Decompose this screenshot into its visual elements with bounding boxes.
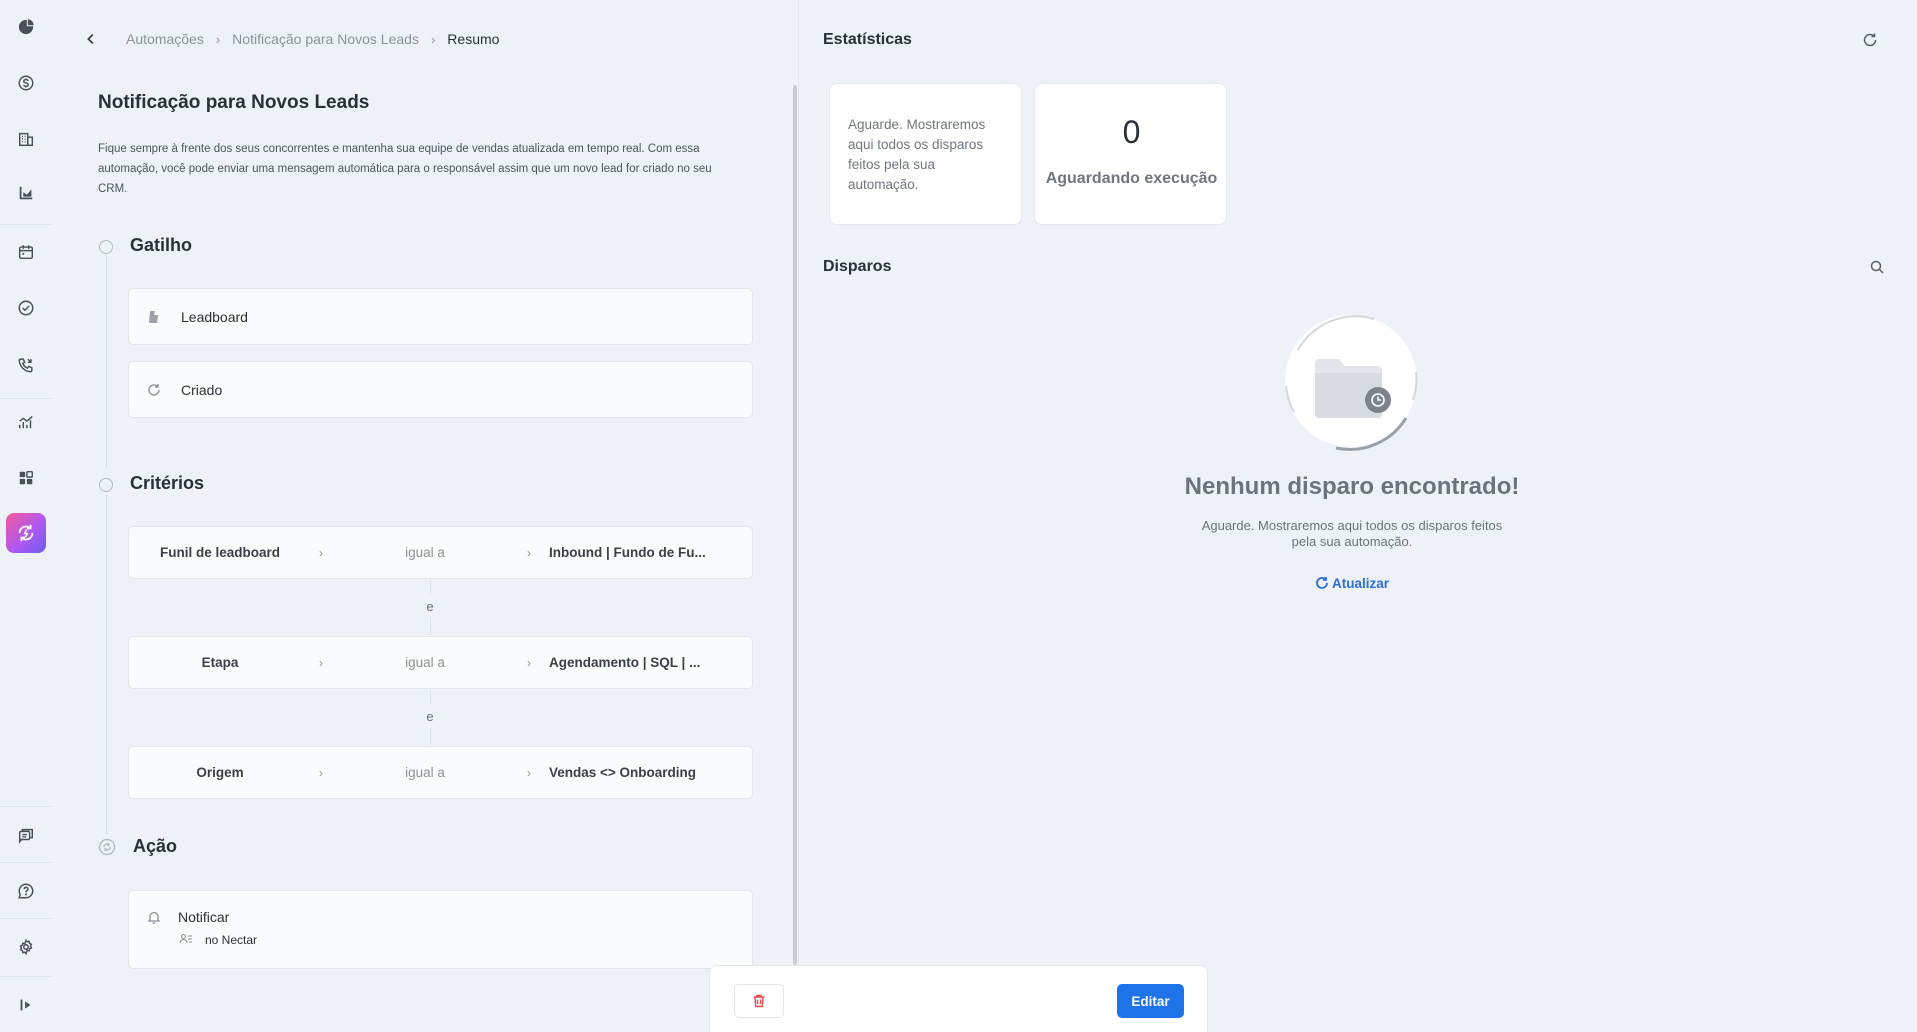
criteria-field: Funil de leadboard (159, 545, 280, 560)
delete-button[interactable] (734, 984, 784, 1018)
chat-icon[interactable] (0, 815, 51, 855)
conjunction-line (430, 580, 431, 595)
chevron-right-icon: › (527, 545, 531, 560)
breadcrumb-link-automation[interactable]: Notificação para Novos Leads (232, 31, 419, 47)
criteria-conjunction: e (426, 599, 434, 614)
criteria-field: Origem (196, 765, 244, 780)
criteria-row: Etapa › igual a › Agendamento | SQL | ..… (128, 636, 753, 689)
criteria-operator: igual a (405, 765, 445, 780)
help-icon[interactable] (0, 871, 51, 911)
stats-count: 0 (1122, 114, 1141, 150)
gear-icon[interactable] (0, 927, 51, 967)
breadcrumb-current: Resumo (447, 31, 500, 47)
action-name: Notificar (178, 909, 230, 925)
sidebar (0, 0, 51, 1032)
criteria-value: Vendas <> Onboarding (549, 765, 697, 780)
leadboard-icon (147, 310, 161, 324)
phone-icon[interactable] (0, 345, 51, 385)
criteria-title: Critérios (130, 473, 205, 493)
breadcrumb: Automações › Notificação para Novos Lead… (80, 28, 499, 50)
refresh-icon (1316, 577, 1328, 589)
action-title: Ação (133, 836, 178, 856)
step-dot (99, 478, 113, 492)
automation-nav-icon[interactable] (6, 513, 46, 553)
conjunction-line (430, 617, 431, 635)
breadcrumb-chevron-icon: › (215, 31, 221, 47)
conjunction-line (430, 727, 431, 745)
criteria-row: Origem › igual a › Vendas <> Onboarding (128, 746, 753, 799)
trigger-item: Criado (128, 361, 753, 418)
page-description: Fique sempre à frente dos seus concorren… (98, 143, 712, 195)
action-item: Notificar no Nectar (128, 890, 753, 969)
empty-state-title: Nenhum disparo encontrado! (1184, 473, 1520, 500)
disparos-title: Disparos (823, 258, 892, 275)
analytics-icon[interactable] (0, 402, 51, 442)
breadcrumb-chevron-icon: › (430, 31, 436, 47)
refresh-stats-icon[interactable] (1859, 29, 1881, 51)
bottom-action-bar: Editar (709, 965, 1208, 1032)
trigger-item-label: Leadboard (181, 308, 248, 325)
chevron-right-icon: › (319, 545, 323, 560)
criteria-operator: igual a (405, 545, 445, 560)
criteria-operator: igual a (405, 655, 445, 670)
chevron-right-icon: › (319, 655, 323, 670)
stats-info-card: Aguarde. Mostraremos aqui todos os dispa… (829, 83, 1022, 225)
statistics-title: Estatísticas (823, 31, 912, 48)
timeline-line (106, 494, 107, 834)
dashboard-icon[interactable] (0, 7, 51, 47)
empty-folder-illustration (1278, 308, 1424, 454)
page-title: Notificação para Novos Leads (98, 92, 370, 113)
scrollbar[interactable] (793, 85, 797, 965)
refresh-link[interactable]: Atualizar (1302, 574, 1402, 592)
empty-state-description: Aguarde. Mostraremos aqui todos os dispa… (1201, 518, 1503, 549)
money-icon[interactable] (0, 63, 51, 103)
stats-count-card: 0 Aguardando execução (1034, 83, 1227, 225)
refresh-icon (147, 383, 161, 397)
bell-icon (147, 910, 161, 924)
trash-icon (753, 994, 765, 1008)
criteria-value: Inbound | Fundo de Fu... (549, 545, 706, 560)
edit-button[interactable]: Editar (1117, 984, 1184, 1018)
criteria-field: Etapa (201, 655, 239, 670)
action-target: no Nectar (205, 933, 258, 947)
breadcrumb-link-automacoes[interactable]: Automações (126, 31, 204, 47)
timeline-line (106, 255, 107, 468)
refresh-link-label: Atualizar (1331, 575, 1389, 591)
apps-grid-icon[interactable] (0, 458, 51, 498)
stats-info-text: Aguarde. Mostraremos aqui todos os dispa… (848, 117, 986, 192)
chevron-right-icon: › (527, 765, 531, 780)
step-dot (99, 240, 113, 254)
chevron-right-icon: › (527, 655, 531, 670)
trigger-item: Leadboard (128, 288, 753, 345)
expand-sidebar-icon[interactable] (0, 985, 51, 1025)
action-step-icon (98, 838, 116, 856)
chevron-right-icon: › (319, 765, 323, 780)
stats-count-label: Aguardando execução (1045, 170, 1218, 187)
user-list-icon (179, 932, 193, 946)
calendar-icon[interactable] (0, 232, 51, 272)
building-icon[interactable] (0, 119, 51, 159)
search-icon[interactable] (1866, 256, 1888, 278)
criteria-value: Agendamento | SQL | ... (549, 655, 701, 670)
check-circle-icon[interactable] (0, 288, 51, 328)
trigger-title: Gatilho (130, 235, 192, 255)
criteria-row: Funil de leadboard › igual a › Inbound |… (128, 526, 753, 579)
trigger-item-label: Criado (181, 381, 223, 398)
criteria-conjunction: e (426, 709, 434, 724)
conjunction-line (430, 690, 431, 705)
funnel-chart-icon[interactable] (0, 173, 51, 213)
back-arrow-icon[interactable] (80, 28, 102, 50)
